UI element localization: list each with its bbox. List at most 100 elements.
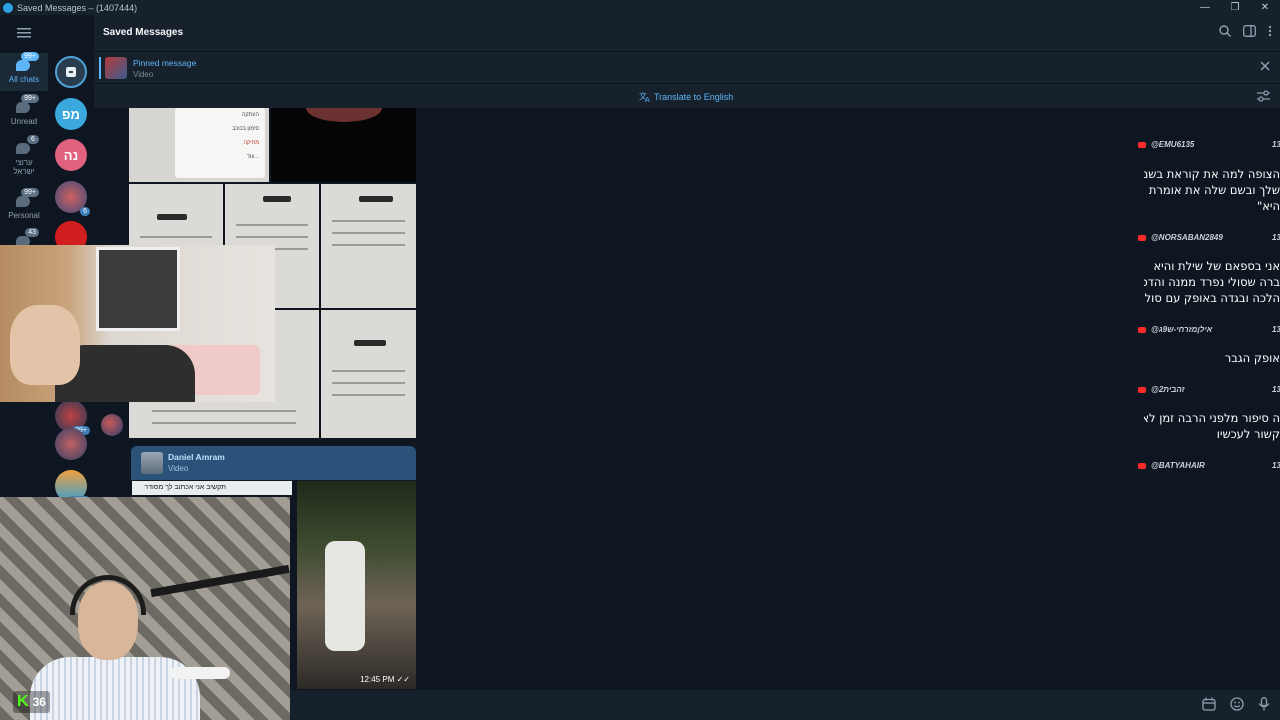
document-line xyxy=(236,236,308,238)
viewer-count: 36 xyxy=(32,695,46,709)
chat-timestamp: 13 xyxy=(1272,385,1280,394)
video-message[interactable]: 12:45 PM ✓✓ xyxy=(297,481,416,689)
maximize-button[interactable]: ❐ xyxy=(1220,0,1250,15)
microphone xyxy=(170,667,230,679)
chat-avatar[interactable]: נה xyxy=(55,139,87,171)
pinned-indicator xyxy=(99,57,101,79)
redaction xyxy=(359,196,393,202)
youtube-icon xyxy=(1138,141,1146,148)
folder-label: Personal xyxy=(8,211,40,220)
document-line xyxy=(332,370,405,372)
kick-viewer-counter: K 36 xyxy=(13,691,50,713)
close-icon xyxy=(1260,61,1270,71)
kick-logo-icon: K xyxy=(17,693,29,710)
chat-timestamp: 13 xyxy=(1272,140,1280,149)
photo-object xyxy=(306,108,382,122)
person-head xyxy=(10,305,80,385)
folder-badge: 43 xyxy=(25,228,39,237)
schedule-calendar-icon[interactable] xyxy=(1202,697,1216,711)
webcam-overlay-bottom xyxy=(0,497,290,720)
stream-chat-user: @NORSABAN284913 xyxy=(1138,233,1280,242)
forwarded-subtitle: Video xyxy=(168,464,189,473)
hamburger-icon xyxy=(17,28,31,38)
forwarded-video-header[interactable]: Daniel Amram Video xyxy=(131,446,416,480)
close-pinned-button[interactable] xyxy=(1260,61,1270,71)
youtube-icon xyxy=(1138,386,1146,393)
stream-chat-message: אני בספאם של שילת והיא ברה שסולי נפרד ממנ… xyxy=(1144,259,1280,305)
message-time: 12:45 PM ✓✓ xyxy=(360,675,410,684)
redaction xyxy=(262,196,291,202)
pinned-message-bar[interactable]: Pinned message Video xyxy=(94,51,1280,83)
stream-chat-message: אופק הגבר xyxy=(1224,351,1280,365)
personal-folder-icon: 99+ xyxy=(13,188,39,209)
more-options-icon[interactable] xyxy=(1268,25,1272,37)
folder-label: All chats xyxy=(8,75,40,84)
chats-folder-icon: 99+ xyxy=(13,52,39,73)
youtube-icon xyxy=(1138,462,1146,469)
chat-timestamp: 13 xyxy=(1272,325,1280,334)
sidebar-toggle-icon[interactable] xyxy=(1243,25,1256,37)
translate-settings-button[interactable] xyxy=(1257,90,1270,102)
headphones xyxy=(70,575,146,615)
document-line xyxy=(151,422,297,424)
chat-avatar[interactable]: מפ xyxy=(55,98,87,130)
document-line xyxy=(332,394,405,396)
folder-badge: 99+ xyxy=(21,52,39,61)
document-line xyxy=(332,244,405,246)
forwarded-thumbnail xyxy=(141,452,163,474)
folder-personal[interactable]: 99+ Personal xyxy=(0,188,48,220)
window-titlebar: Saved Messages – (1407444) — ❐ ✕ xyxy=(0,0,1280,15)
redaction xyxy=(354,340,387,346)
main-menu-button[interactable] xyxy=(0,15,48,51)
folder-unread[interactable]: 99+ Unread xyxy=(0,94,48,126)
album-photo-context-menu[interactable]: העתקה סימון בכוכב מחיקה עוד... xyxy=(129,108,269,182)
close-window-button[interactable]: ✕ xyxy=(1250,0,1280,15)
translate-button[interactable]: 文A Translate to English xyxy=(639,91,733,102)
youtube-icon xyxy=(1138,326,1146,333)
folder-label: ערוצי ישראל xyxy=(13,158,35,176)
chat-avatar[interactable] xyxy=(55,428,87,460)
message-composer xyxy=(290,690,1280,720)
translate-icon: 文A xyxy=(639,91,650,102)
avatar-initials: מפ xyxy=(62,106,80,122)
archive-icon xyxy=(66,67,76,77)
pinned-title: Pinned message xyxy=(133,58,197,68)
stream-chat-user: @זהבית213 xyxy=(1138,385,1280,394)
stream-chat-user: @BATYAHAIR13 xyxy=(1138,461,1280,470)
youtube-icon xyxy=(1138,234,1146,241)
mic-arm xyxy=(150,564,290,598)
folder-label: Unread xyxy=(10,117,38,126)
album-photo-dark[interactable] xyxy=(271,108,416,182)
sliders-icon xyxy=(1257,90,1270,102)
context-menu-screenshot: העתקה סימון בכוכב מחיקה עוד... xyxy=(175,108,265,178)
chat-avatar-archive[interactable] xyxy=(55,56,87,88)
folder-icon: 6 xyxy=(13,135,39,156)
chat-title[interactable]: Saved Messages xyxy=(103,27,183,38)
stream-chat-message: ה סיפור מלפני הרבה זמן לא קשור לעכשיו xyxy=(1144,411,1280,441)
unread-folder-icon: 99+ xyxy=(13,94,39,115)
svg-text:A: A xyxy=(645,96,650,102)
stream-chat-user: @EMU613513 xyxy=(1138,140,1280,149)
context-menu-item: העתקה xyxy=(241,112,259,118)
video-object xyxy=(325,541,365,651)
search-in-chat-icon[interactable] xyxy=(1219,25,1231,37)
folder-all-chats[interactable]: 99+ All chats xyxy=(0,52,48,84)
album-photo-document[interactable] xyxy=(321,184,416,308)
folder-badge: 6 xyxy=(27,135,39,144)
emoji-icon[interactable] xyxy=(1230,697,1244,711)
microphone-icon[interactable] xyxy=(1258,697,1270,711)
chat-header: Saved Messages xyxy=(48,15,1280,51)
redaction xyxy=(157,214,188,220)
sender-avatar[interactable] xyxy=(101,414,123,436)
chat-timestamp: 13 xyxy=(1272,461,1280,470)
pinned-subtitle: Video xyxy=(133,70,154,79)
forwarded-sender-name[interactable]: Daniel Amram xyxy=(168,452,225,462)
folder-israel-channels[interactable]: 6 ערוצי ישראל xyxy=(0,135,48,176)
avatar-initials: נה xyxy=(63,147,79,163)
album-photo-document[interactable] xyxy=(321,310,416,438)
chat-avatar[interactable]: 6 xyxy=(55,181,90,216)
document-line xyxy=(151,410,297,412)
unread-badge: 6 xyxy=(80,207,90,216)
document-line xyxy=(236,224,308,226)
minimize-button[interactable]: — xyxy=(1190,0,1220,15)
